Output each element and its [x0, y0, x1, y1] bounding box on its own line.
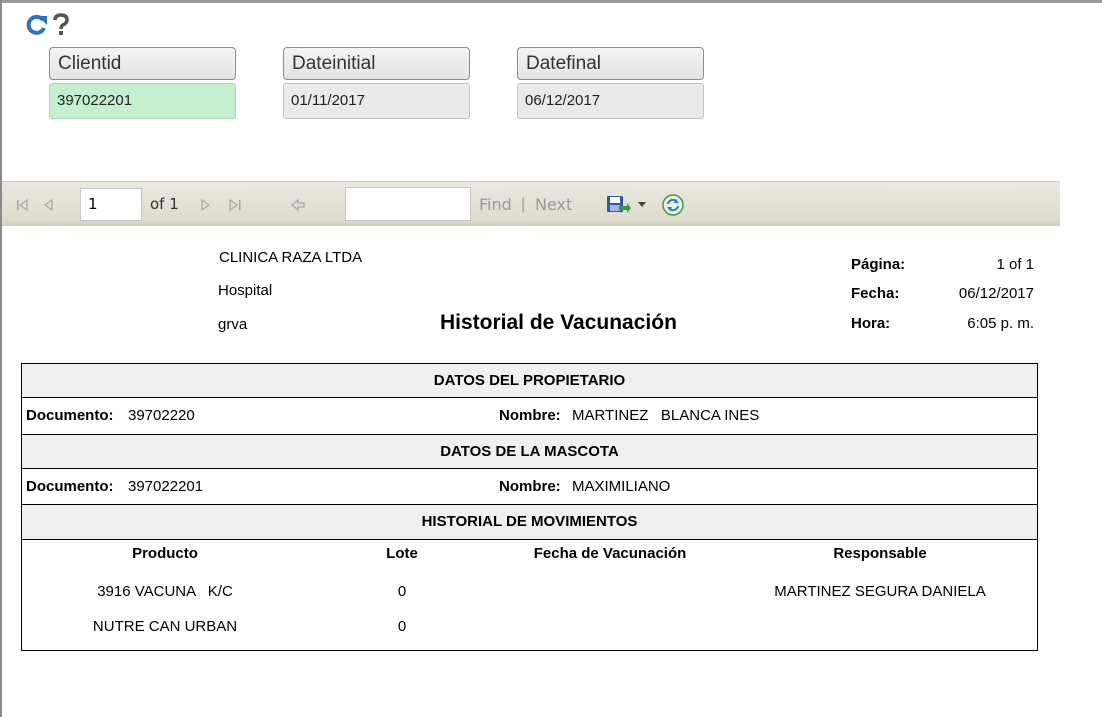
owner-section-header: DATOS DEL PROPIETARIO: [22, 364, 1037, 398]
report-page: CLINICA RAZA LTDA Hospital grva Historia…: [0, 226, 1060, 717]
next-page-icon[interactable]: [198, 182, 212, 227]
refresh-report-icon[interactable]: [661, 182, 685, 227]
pet-name-label: Nombre:: [499, 478, 561, 495]
page-label: Página:: [851, 256, 906, 273]
pet-doc-label: Documento:: [26, 478, 114, 495]
pet-name-value: MAXIMILIANO: [572, 478, 671, 495]
date-value: 06/12/2017: [958, 285, 1034, 302]
pet-section-header: DATOS DE LA MASCOTA: [22, 435, 1037, 469]
first-page-icon[interactable]: [16, 182, 30, 227]
datefinal-input[interactable]: 06/12/2017: [517, 83, 704, 119]
refresh-icon[interactable]: [26, 14, 48, 36]
dateinitial-input[interactable]: 01/11/2017: [283, 83, 470, 119]
row1-producto: 3916 VACUNA K/C: [97, 583, 233, 600]
page-count-text: of 1: [150, 195, 179, 213]
owner-name-label: Nombre:: [499, 407, 561, 424]
row1-lote: 0: [397, 583, 407, 600]
next-link[interactable]: Next: [535, 182, 572, 227]
owner-name-value: MARTINEZ BLANCA INES: [572, 407, 760, 424]
find-link[interactable]: Find: [479, 182, 512, 227]
row2-lote: 0: [397, 618, 407, 635]
col-fecha-vacunacion: Fecha de Vacunación: [533, 545, 687, 562]
row2-producto: NUTRE CAN URBAN: [92, 618, 238, 635]
param-label: Dateinitial: [283, 47, 470, 80]
toolbar-separator: |: [521, 196, 526, 213]
history-section-header: HISTORIAL DE MOVIMIENTOS: [22, 505, 1037, 540]
report-toolbar: 1 of 1 Find | Next: [2, 181, 1060, 226]
owner-doc-label: Documento:: [26, 407, 114, 424]
find-input[interactable]: [345, 187, 471, 221]
owner-row: Documento: 39702220 Nombre: MARTINEZ BLA…: [22, 398, 1037, 435]
history-table: Producto Lote Fecha de Vacunación Respon…: [22, 540, 1037, 650]
company-type: Hospital: [218, 282, 273, 299]
date-label: Fecha:: [851, 285, 900, 302]
param-datefinal: Datefinal 06/12/2017: [517, 47, 704, 119]
report-title: Historial de Vacunación: [440, 311, 677, 334]
last-page-icon[interactable]: [228, 182, 242, 227]
company-line3: grva: [218, 316, 248, 333]
help-icon[interactable]: [52, 13, 70, 37]
time-label: Hora:: [851, 315, 891, 332]
param-label: Clientid: [49, 47, 236, 80]
param-clientid: Clientid 397022201: [49, 47, 236, 119]
param-label: Datefinal: [517, 47, 704, 80]
back-icon[interactable]: [291, 182, 305, 227]
col-responsable: Responsable: [833, 545, 927, 562]
page-value: 1 of 1: [996, 256, 1034, 273]
param-dateinitial: Dateinitial 01/11/2017: [283, 47, 470, 119]
report-grid: DATOS DEL PROPIETARIO Documento: 3970222…: [21, 363, 1038, 651]
previous-page-icon[interactable]: [42, 182, 56, 227]
dropdown-icon[interactable]: [638, 182, 646, 227]
pet-row: Documento: 397022201 Nombre: MAXIMILIANO: [22, 469, 1037, 505]
top-icon-bar: [26, 12, 70, 38]
page-number-input[interactable]: 1: [80, 188, 142, 221]
time-value: 6:05 p. m.: [967, 315, 1034, 332]
company-name: CLINICA RAZA LTDA: [219, 249, 363, 266]
pet-doc-value: 397022201: [128, 478, 204, 495]
clientid-input[interactable]: 397022201: [49, 83, 236, 119]
col-lote: Lote: [386, 545, 418, 562]
owner-doc-value: 39702220: [128, 407, 195, 424]
row1-responsable: MARTINEZ SEGURA DANIELA: [774, 583, 986, 600]
export-icon[interactable]: [605, 182, 631, 227]
window-top-border: [0, 0, 1102, 3]
col-producto: Producto: [132, 545, 198, 562]
